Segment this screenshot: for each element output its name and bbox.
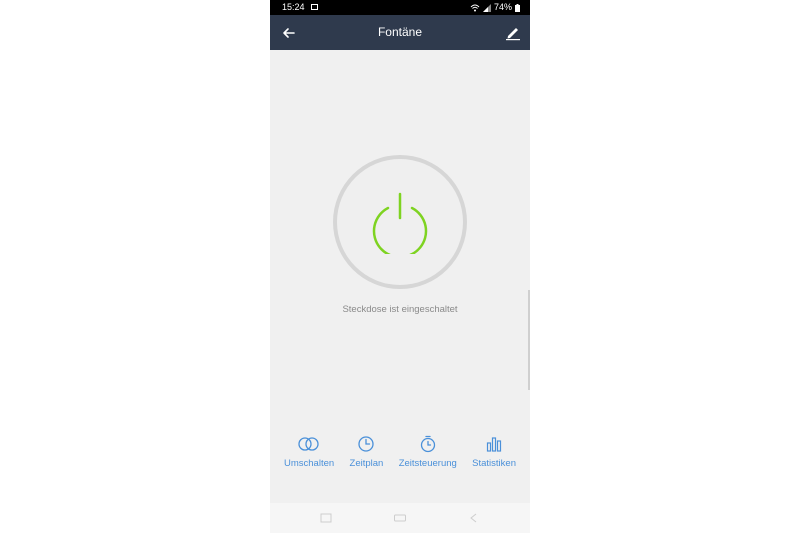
tab-zeitsteuerung[interactable]: Zeitsteuerung xyxy=(399,435,457,475)
power-button[interactable] xyxy=(337,159,463,285)
tab-zeitplan[interactable]: Zeitplan xyxy=(349,435,384,475)
recent-apps-icon[interactable] xyxy=(320,513,332,523)
arrow-left-icon xyxy=(283,28,295,38)
pencil-icon xyxy=(506,28,520,41)
back-nav-icon[interactable] xyxy=(468,513,480,523)
tab-label: Zeitplan xyxy=(349,458,384,469)
toggle-circles-icon xyxy=(298,437,319,451)
wifi-icon xyxy=(470,4,480,11)
bottom-tabs: Umschalten Zeitplan Zeitsteuerung Statis… xyxy=(284,435,516,475)
clock-icon xyxy=(358,436,375,452)
tab-label: Umschalten xyxy=(284,458,335,469)
page-title: Fontäne xyxy=(377,25,423,39)
power-icon xyxy=(372,192,428,254)
signal-icon xyxy=(482,3,491,12)
stopwatch-icon xyxy=(420,435,435,453)
tab-label: Zeitsteuerung xyxy=(398,458,457,469)
image-notification-icon xyxy=(311,4,318,10)
home-icon[interactable] xyxy=(394,513,406,523)
back-button[interactable] xyxy=(280,24,298,42)
status-time: 15:24 xyxy=(282,2,305,12)
battery-icon xyxy=(515,3,520,12)
socket-status-text: Steckdose ist eingeschaltet xyxy=(342,304,458,315)
status-indicators: 74% xyxy=(470,0,520,15)
system-navigation-bar xyxy=(270,503,530,533)
tab-statistiken[interactable]: Statistiken xyxy=(472,435,516,475)
status-bar: 15:24 74% xyxy=(270,0,530,15)
phone-screen: 15:24 74% Fontäne Steckdose ist eingesch… xyxy=(270,0,530,533)
edge-panel-handle[interactable] xyxy=(528,290,530,390)
power-ring xyxy=(333,155,467,289)
bar-chart-icon xyxy=(486,437,502,452)
battery-percentage: 74% xyxy=(493,2,512,12)
tab-umschalten[interactable]: Umschalten xyxy=(284,435,334,475)
app-bar: Fontäne xyxy=(270,15,530,50)
edit-button[interactable] xyxy=(504,23,522,41)
tab-label: Statistiken xyxy=(472,458,516,469)
